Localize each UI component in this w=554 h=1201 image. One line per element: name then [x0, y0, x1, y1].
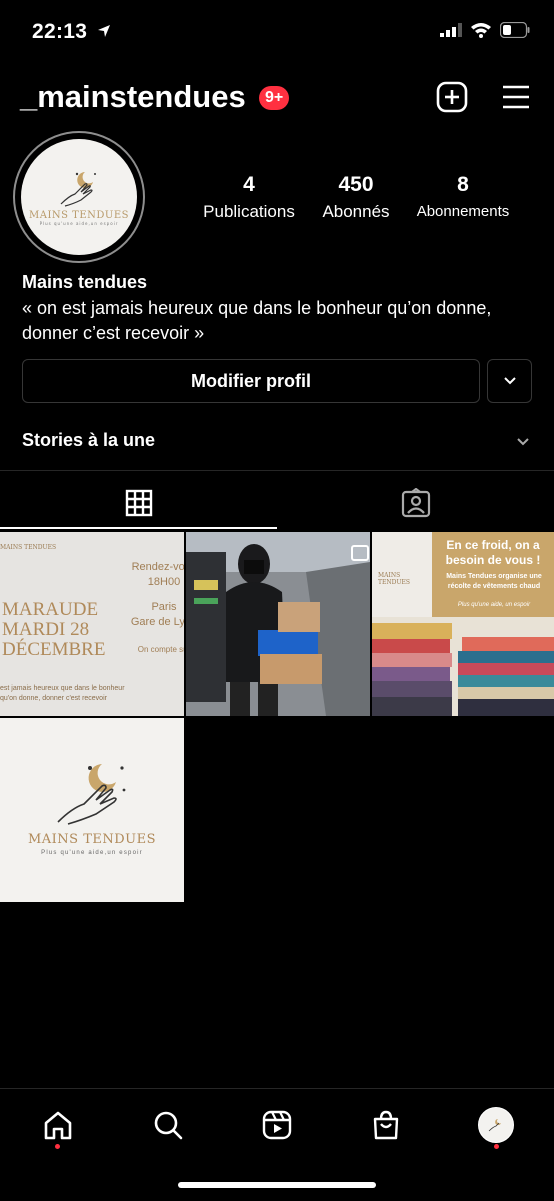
search-icon	[154, 1111, 183, 1140]
stat-followers[interactable]: 450 Abonnés	[312, 173, 400, 225]
home-indicator[interactable]	[178, 1182, 376, 1188]
profile-username[interactable]: _mainstendues	[20, 79, 246, 115]
new-post-button[interactable]	[435, 80, 469, 114]
active-tab-indicator	[0, 527, 277, 529]
title-line: MARAUDE	[2, 599, 99, 620]
avatar-logo-subtitle: Plus qu'une aide,un espoir	[39, 221, 119, 226]
post-photo-image	[186, 532, 370, 716]
post-tile-maraude[interactable]: MAINS TENDUES MARAUDE MARDI 28 DÉCEMBRE …	[0, 532, 184, 716]
hand-moon-logo-icon	[57, 764, 126, 825]
profile-avatar[interactable]: MAINS TENDUES Plus qu'une aide,un espoir	[13, 131, 145, 263]
hand-moon-logo-icon	[488, 1119, 501, 1132]
stat-value: 8	[457, 173, 469, 196]
info-line: Rendez-vous	[131, 561, 184, 573]
signal-icon	[440, 23, 462, 42]
profile-notification-dot	[494, 1144, 499, 1149]
stat-value: 4	[243, 173, 255, 196]
avatar-image: MAINS TENDUES Plus qu'une aide,un espoir	[21, 139, 137, 255]
divider	[0, 470, 554, 471]
profile-bio: « on est jamais heureux que dans le bonh…	[22, 298, 492, 343]
post-maraude-title: MARAUDE MARDI 28 DÉCEMBRE	[2, 600, 105, 660]
hand-moon-logo-icon	[60, 172, 96, 207]
post-logo-text: MAINS TENDUES	[0, 544, 57, 551]
post-logo-subtitle: Plus qu'une aide,un espoir	[41, 850, 143, 856]
nav-search-button[interactable]	[148, 1105, 188, 1145]
folded-clothes-image	[372, 617, 554, 716]
home-notification-dot	[55, 1144, 60, 1149]
info-line: On compte sur	[137, 645, 184, 654]
stories-expand-button[interactable]	[516, 434, 530, 452]
title-line: DÉCEMBRE	[2, 639, 106, 660]
tab-posts-grid[interactable]	[0, 478, 277, 528]
nav-avatar	[478, 1107, 514, 1143]
status-icons	[440, 21, 530, 43]
tab-tagged[interactable]	[277, 478, 554, 528]
tagged-person-icon	[401, 488, 430, 518]
stat-publications[interactable]: 4 Publications	[198, 173, 300, 225]
appeal-tagline: Plus qu'une aide, un espoir	[457, 602, 531, 608]
status-time-text: 22:13	[32, 20, 88, 43]
stories-highlights-label[interactable]: Stories à la une	[22, 430, 155, 451]
nav-profile-button[interactable]	[476, 1105, 516, 1145]
edit-profile-button[interactable]: Modifier profil	[22, 359, 480, 403]
avatar-logo-text: MAINS TENDUES	[28, 210, 129, 221]
home-icon	[44, 1111, 72, 1140]
wifi-icon	[470, 22, 492, 43]
appeal-logo-panel: MAINS TENDUES	[372, 532, 432, 617]
stat-label: Publications	[203, 202, 295, 221]
hamburger-menu-icon	[503, 85, 529, 109]
grid-icon	[125, 489, 152, 517]
location-arrow-icon	[97, 20, 111, 44]
stat-label: Abonnements	[416, 203, 510, 220]
nav-reels-button[interactable]	[257, 1105, 297, 1145]
stat-value: 450	[338, 173, 374, 196]
battery-icon	[499, 21, 530, 43]
appeal-body: Mains Tendues organise une récolte de vê…	[446, 573, 542, 590]
post-tile-appeal[interactable]: MAINS TENDUES En ce froid, on a besoin d…	[372, 532, 554, 716]
stat-label: Abonnés	[322, 202, 390, 221]
status-time: 22:13	[32, 20, 111, 44]
notification-badge[interactable]: 9+	[259, 86, 290, 110]
nav-home-button[interactable]	[38, 1105, 78, 1145]
info-line: 18H00	[147, 576, 181, 588]
shopping-bag-icon	[373, 1110, 399, 1140]
reels-icon	[262, 1110, 292, 1140]
post-quote: est jamais heureux que dans le bonheur q…	[0, 685, 125, 702]
post-meeting-info: Rendez-vous 18H00 Paris Gare de Lyon On …	[129, 560, 184, 657]
post-logo-text: MAINS TENDUES	[378, 572, 410, 586]
chevron-down-icon	[517, 438, 529, 446]
info-line: Gare de Lyon	[130, 616, 184, 628]
appeal-headline: En ce froid, on a besoin de vous !	[445, 538, 541, 567]
suggestions-dropdown-button[interactable]	[487, 359, 532, 403]
profile-display-name: Mains tendues	[22, 272, 148, 292]
stat-following[interactable]: 8 Abonnements	[410, 173, 516, 225]
nav-shop-button[interactable]	[366, 1105, 406, 1145]
menu-button[interactable]	[499, 80, 533, 114]
chevron-down-icon	[503, 377, 516, 385]
post-logo-text: MAINS TENDUES	[27, 832, 157, 847]
title-line: MARDI 28	[2, 619, 90, 640]
plus-square-icon	[436, 81, 468, 113]
post-tile-logo[interactable]: MAINS TENDUES Plus qu'une aide,un espoir	[0, 718, 184, 902]
info-line: Paris	[151, 601, 177, 613]
post-tile-photo[interactable]	[186, 532, 370, 716]
